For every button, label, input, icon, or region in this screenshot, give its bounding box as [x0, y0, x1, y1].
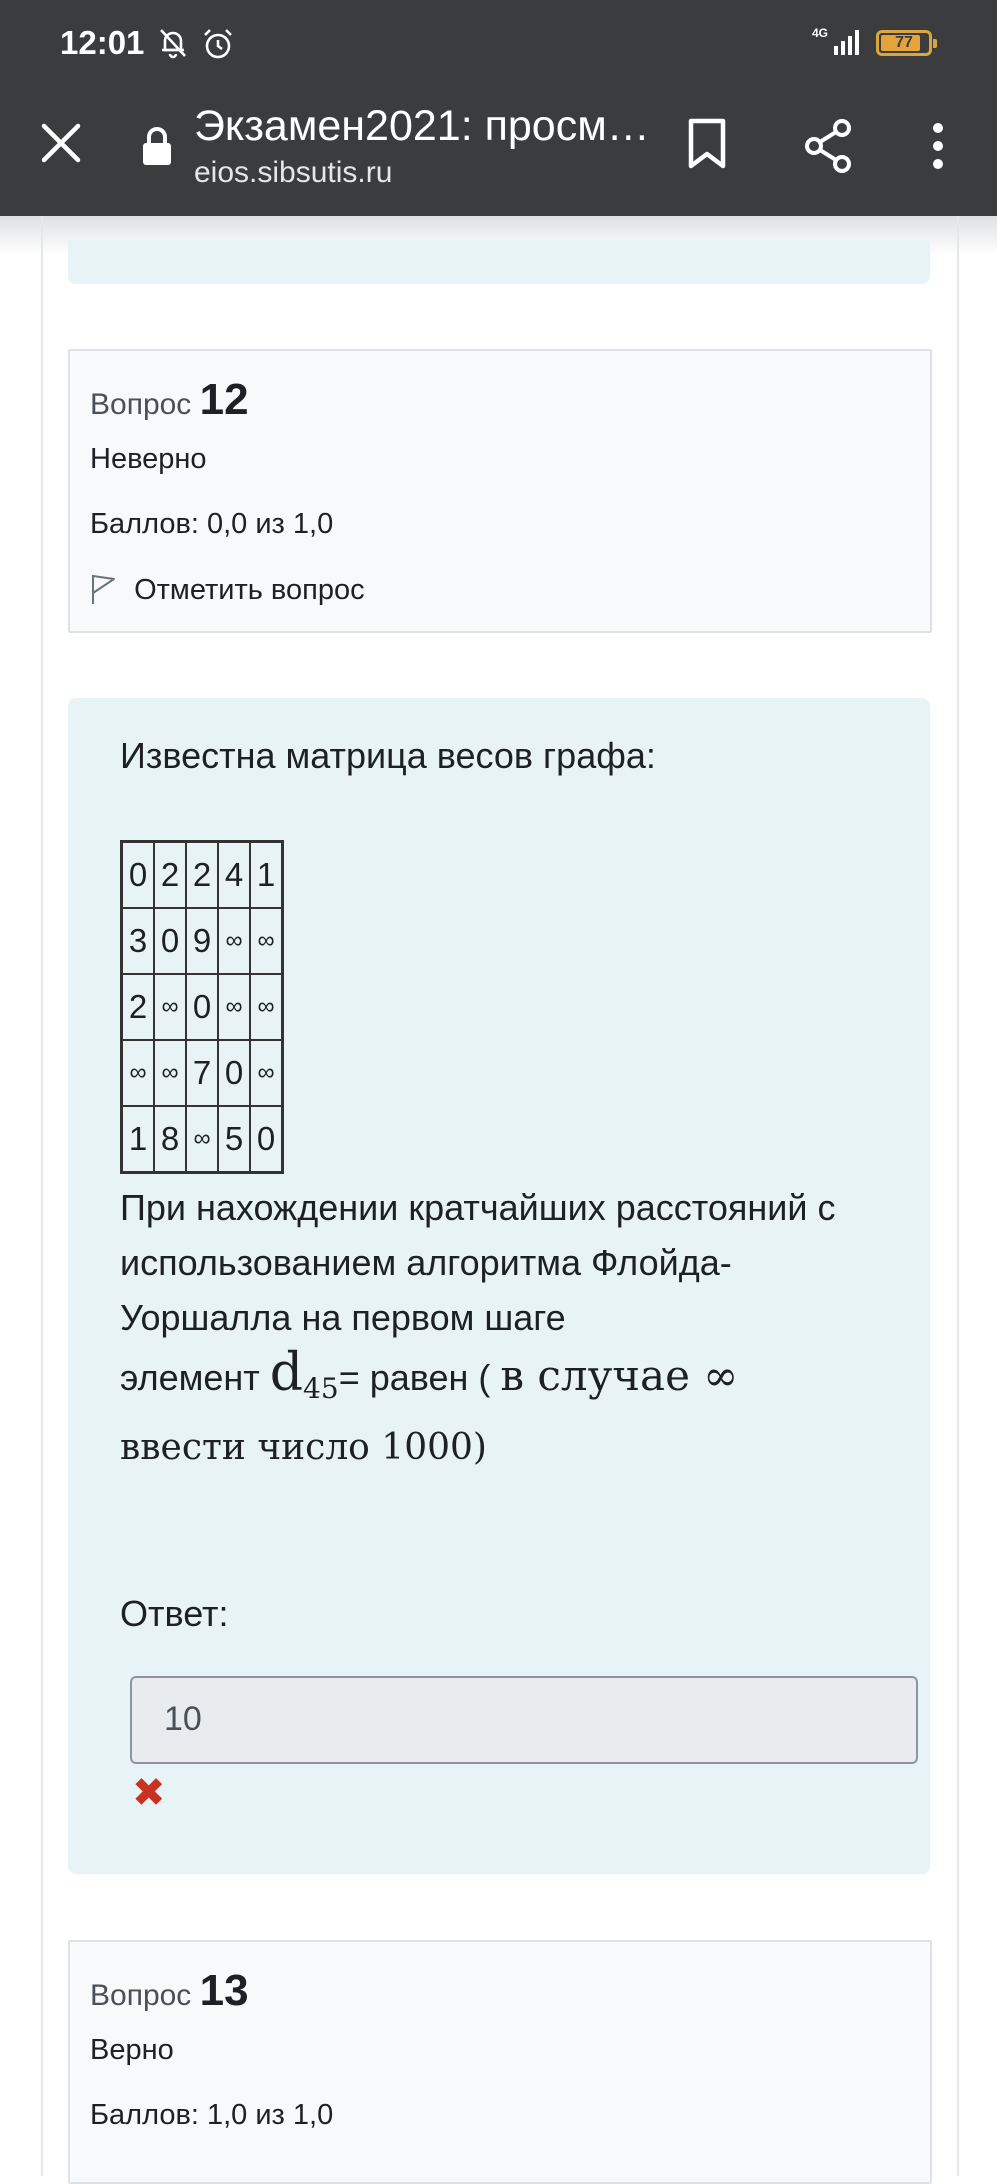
- matrix-cell: 4: [217, 840, 251, 909]
- formula-subscript: 45: [303, 1372, 339, 1406]
- question-grade: Баллов: 1,0 из 1,0: [90, 2099, 334, 2131]
- more-menu-icon[interactable]: [928, 120, 948, 172]
- question-12-info: Вопрос 12 Неверно Баллов: 0,0 из 1,0 Отм…: [68, 349, 932, 633]
- question-state: Верно: [90, 2034, 174, 2066]
- bookmark-icon[interactable]: [686, 118, 728, 170]
- matrix-cell: 1: [249, 840, 284, 909]
- matrix-cell: 2: [153, 840, 187, 909]
- matrix-cell: ∞: [153, 1039, 187, 1107]
- matrix-cell: 0: [153, 907, 187, 975]
- matrix-cell: ∞: [249, 1039, 284, 1107]
- close-icon[interactable]: [38, 120, 84, 166]
- question-text-line-5: ввести число 1000): [120, 1427, 487, 1468]
- matrix-cell: ∞: [153, 973, 187, 1041]
- matrix-cell: 3: [120, 907, 155, 975]
- matrix-cell: 5: [217, 1105, 251, 1174]
- matrix-cell: 9: [185, 907, 219, 975]
- text-infinity-case: в случае ∞: [500, 1351, 739, 1400]
- matrix-row: 1 8 ∞ 5 0: [120, 1105, 284, 1174]
- answer-label: Ответ:: [120, 1593, 229, 1634]
- answer-value: 10: [164, 1700, 202, 1738]
- matrix-cell: ∞: [120, 1039, 155, 1107]
- matrix-cell: 0: [249, 1105, 284, 1174]
- question-intro: Известна матрица весов графа:: [120, 735, 656, 776]
- flag-icon: [92, 575, 115, 604]
- question-number: Вопрос 12: [90, 375, 249, 425]
- share-icon[interactable]: [802, 118, 854, 174]
- matrix-row: 2 ∞ 0 ∞ ∞: [120, 973, 284, 1041]
- question-label: Вопрос: [90, 1979, 192, 2012]
- question-grade: Баллов: 0,0 из 1,0: [90, 508, 334, 540]
- browser-toolbar: Экзамен2021: просм… eios.sibsutis.ru: [0, 90, 997, 216]
- text-equals: = равен (: [338, 1357, 501, 1398]
- question-text-line-4: элемент d45= равен ( в случае ∞: [120, 1346, 738, 1416]
- status-bar: 12:01 4G 77: [0, 0, 997, 90]
- matrix-cell: ∞: [217, 973, 251, 1041]
- question-13-info: Вопрос 13 Верно Баллов: 1,0 из 1,0: [68, 1940, 932, 2184]
- matrix-cell: 7: [185, 1039, 219, 1107]
- bell-off-icon: [160, 29, 186, 59]
- matrix-cell: 0: [185, 973, 219, 1041]
- signal-icon: [834, 30, 859, 55]
- matrix-cell: 2: [120, 973, 155, 1041]
- flag-label: Отметить вопрос: [134, 574, 365, 606]
- matrix-cell: ∞: [217, 907, 251, 975]
- weight-matrix: 0 2 2 4 1 3 0 9 ∞ ∞ 2 ∞ 0 ∞ ∞ ∞ ∞ 7 0 ∞ 1 8 ∞ 5 0: [120, 840, 284, 1174]
- page-url: eios.sibsutis.ru: [194, 156, 393, 189]
- matrix-cell: ∞: [185, 1105, 219, 1174]
- question-label: Вопрос: [90, 388, 192, 421]
- text-element: элемент: [120, 1357, 270, 1398]
- question-text-line-2: использованием алгоритма Флойда-: [120, 1242, 732, 1283]
- battery-level: 77: [895, 34, 913, 51]
- question-text-line-3: Уоршалла на первом шаге: [120, 1297, 566, 1338]
- matrix-row: ∞ ∞ 7 0 ∞: [120, 1039, 284, 1107]
- matrix-row: 3 0 9 ∞ ∞: [120, 907, 284, 975]
- flag-question-link[interactable]: Отметить вопрос: [90, 573, 365, 607]
- question-number: Вопрос 13: [90, 1966, 249, 2016]
- question-state: Неверно: [90, 443, 207, 475]
- matrix-cell: ∞: [249, 973, 284, 1041]
- battery-icon: 77: [876, 30, 937, 56]
- network-type: 4G: [812, 26, 829, 40]
- incorrect-icon: ✖: [132, 1771, 166, 1815]
- alarm-icon: [204, 29, 232, 59]
- matrix-row: 02241: [120, 840, 284, 909]
- status-time: 12:01: [60, 24, 145, 61]
- matrix-cell: 1: [120, 1105, 155, 1174]
- question-content: Известна матрица весов графа: 0 2 2 4 1 3 0 9 ∞ ∞…: [68, 698, 930, 1874]
- matrix-cell: 8: [153, 1105, 187, 1174]
- matrix-cell: 0: [120, 840, 155, 909]
- matrix-cell: 2: [185, 840, 219, 909]
- page-title: Экзамен2021: просм…: [194, 102, 650, 150]
- formula-d: d: [269, 1343, 304, 1403]
- question-number-value: 13: [199, 1966, 249, 2015]
- answer-input[interactable]: 10: [130, 1676, 918, 1764]
- question-number-value: 12: [199, 375, 249, 424]
- question-text-line-1: При нахождении кратчайших расстояний с: [120, 1187, 836, 1228]
- matrix-cell: 0: [217, 1039, 251, 1107]
- previous-question-content: [68, 240, 930, 284]
- matrix-cell: ∞: [249, 907, 284, 975]
- lock-icon[interactable]: [140, 126, 174, 166]
